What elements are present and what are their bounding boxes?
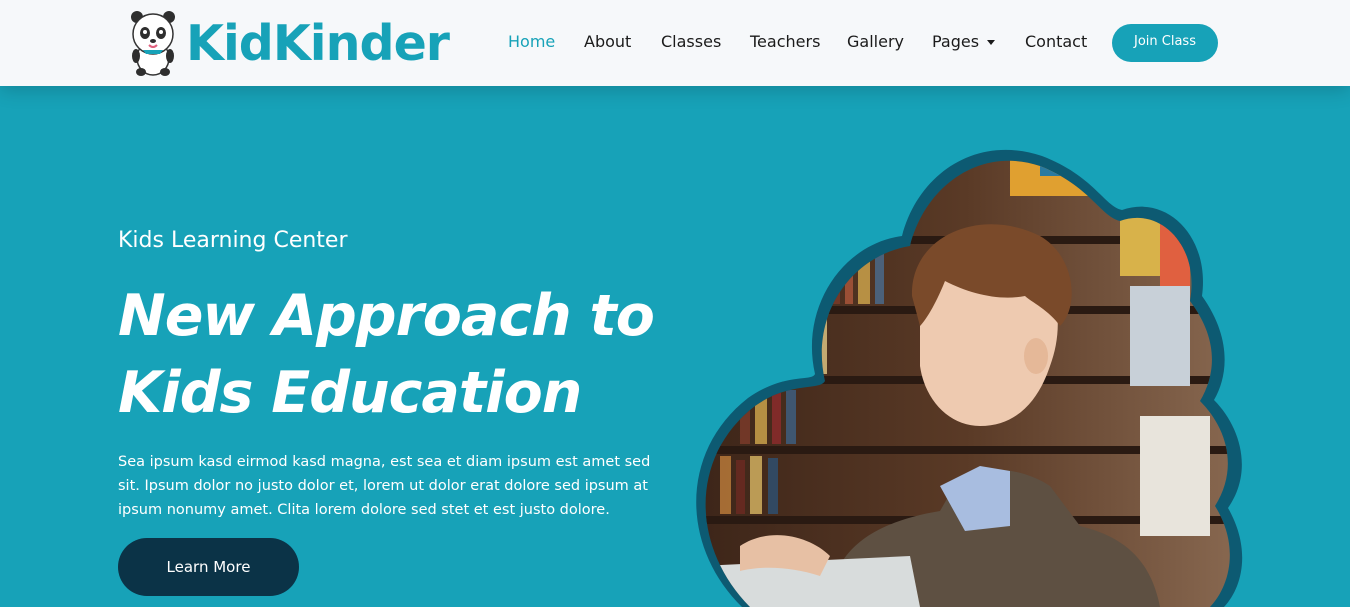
navbar: KidKinder Home About Classes Teachers Ga… bbox=[0, 0, 1350, 86]
nav-home[interactable]: Home bbox=[508, 32, 555, 51]
hero-headline: New Approach to Kids Education bbox=[118, 278, 678, 432]
nav-gallery[interactable]: Gallery bbox=[847, 32, 904, 51]
nav-about[interactable]: About bbox=[584, 32, 631, 51]
join-class-button[interactable]: Join Class bbox=[1112, 24, 1218, 62]
caret-down-icon bbox=[987, 40, 996, 45]
nav-contact[interactable]: Contact bbox=[1025, 32, 1087, 51]
learn-more-button[interactable]: Learn More bbox=[118, 538, 299, 596]
nav-teachers[interactable]: Teachers bbox=[750, 32, 820, 51]
hero-headline-line2: Kids Education bbox=[118, 360, 582, 426]
hero-description: Sea ipsum kasd eirmod kasd magna, est se… bbox=[118, 454, 651, 518]
hero-section: Kids Learning Center New Approach to Kid… bbox=[0, 86, 1350, 607]
hero-image bbox=[696, 149, 1243, 607]
nav-pages-label: Pages bbox=[932, 32, 980, 51]
nav-classes[interactable]: Classes bbox=[661, 32, 721, 51]
hero-kicker: Kids Learning Center bbox=[118, 228, 348, 253]
nav-pages[interactable]: Pages bbox=[932, 32, 996, 51]
hero-headline-line1: New Approach to bbox=[118, 283, 655, 349]
